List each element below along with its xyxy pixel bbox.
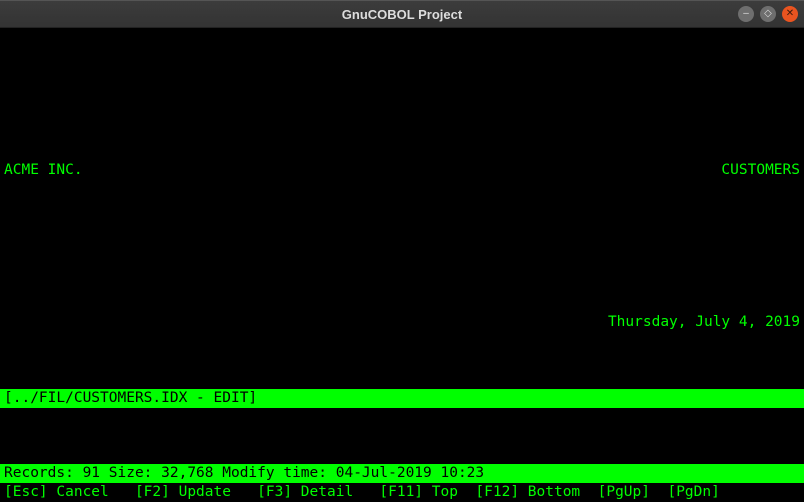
current-date: Thursday, July 4, 2019 [608,313,800,332]
function-key-bar[interactable]: [Esc] Cancel [F2] Update [F3] Detail [F1… [0,483,804,502]
window-title: GnuCOBOL Project [342,7,462,22]
terminal-screen: ACME INC. CUSTOMERS Thursday, July 4, 20… [0,28,804,502]
maximize-icon[interactable]: ◇ [760,6,776,22]
header-row: ACME INC. CUSTOMERS [0,161,804,180]
window-controls: – ◇ ✕ [738,6,798,22]
function-keys: [Esc] Cancel [F2] Update [F3] Detail [F1… [4,484,720,500]
module-name: CUSTOMERS [721,161,800,180]
window-titlebar: GnuCOBOL Project – ◇ ✕ [0,0,804,28]
path-text: [../FIL/CUSTOMERS.IDX - EDIT] [4,390,257,406]
company-name: ACME INC. [4,161,83,180]
path-bar: [../FIL/CUSTOMERS.IDX - EDIT] [0,389,804,408]
close-icon[interactable]: ✕ [782,6,798,22]
date-row: Thursday, July 4, 2019 [0,313,804,332]
status-text: Records: 91 Size: 32,768 Modify time: 04… [4,465,484,481]
minimize-icon[interactable]: – [738,6,754,22]
status-bar: Records: 91 Size: 32,768 Modify time: 04… [0,464,804,483]
